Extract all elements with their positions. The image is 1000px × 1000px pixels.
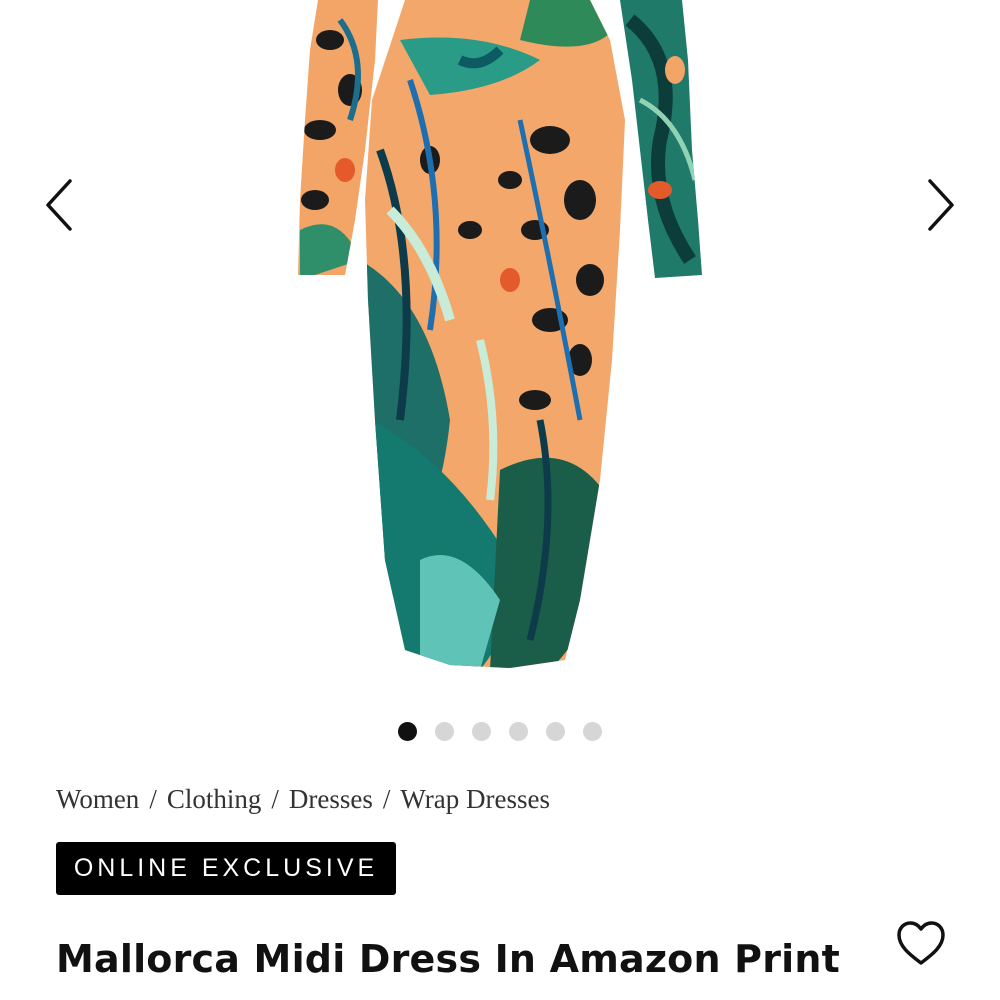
carousel-dot-3[interactable] — [472, 722, 491, 741]
carousel-dot-2[interactable] — [435, 722, 454, 741]
breadcrumb-women[interactable]: Women — [56, 784, 139, 814]
carousel-pagination — [0, 722, 1000, 741]
breadcrumb: Women / Clothing / Dresses / Wrap Dresses — [56, 784, 550, 815]
chevron-right-icon — [928, 179, 954, 231]
product-title: Mallorca Midi Dress In Amazon Print — [56, 937, 840, 982]
breadcrumb-separator: / — [271, 784, 279, 814]
carousel-dot-6[interactable] — [583, 722, 602, 741]
carousel-dot-4[interactable] — [509, 722, 528, 741]
breadcrumb-dresses[interactable]: Dresses — [289, 784, 373, 814]
breadcrumb-separator: / — [149, 784, 157, 814]
heart-icon — [897, 921, 945, 965]
product-gallery[interactable] — [0, 0, 1000, 705]
previous-image-button[interactable] — [30, 165, 90, 245]
carousel-dot-5[interactable] — [546, 722, 565, 741]
product-image[interactable] — [280, 0, 720, 700]
breadcrumb-separator: / — [382, 784, 391, 814]
chevron-left-icon — [46, 179, 72, 231]
online-exclusive-badge: ONLINE EXCLUSIVE — [56, 842, 396, 895]
add-to-wishlist-button[interactable] — [893, 915, 949, 971]
breadcrumb-wrap-dresses[interactable]: Wrap Dresses — [400, 784, 550, 814]
carousel-dot-1[interactable] — [398, 722, 417, 741]
next-image-button[interactable] — [910, 165, 970, 245]
breadcrumb-clothing[interactable]: Clothing — [167, 784, 262, 814]
